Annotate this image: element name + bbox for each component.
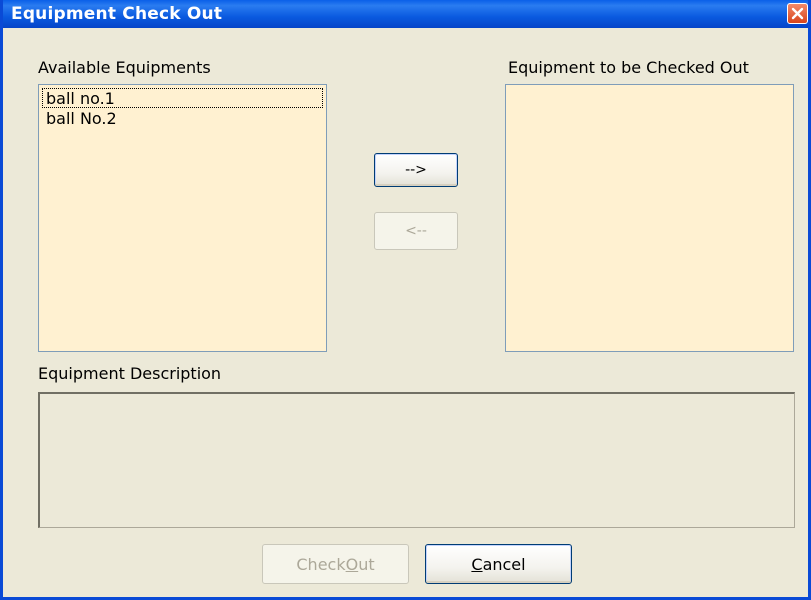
- close-icon: [791, 7, 804, 20]
- window-title: Equipment Check Out: [11, 4, 223, 24]
- cancel-button[interactable]: Cancel: [425, 544, 572, 584]
- cancel-accelerator: C: [471, 554, 483, 574]
- checkout-list-label: Equipment to be Checked Out: [508, 58, 749, 77]
- checkout-accelerator: O: [345, 554, 359, 574]
- equipment-description-field[interactable]: [38, 392, 795, 528]
- equipment-checkout-window: Equipment Check Out Available Equipments…: [0, 0, 811, 600]
- checkout-label-prefix: Check: [296, 554, 346, 574]
- checkout-button[interactable]: Check Out: [262, 544, 409, 584]
- available-equipments-label: Available Equipments: [38, 58, 211, 77]
- add-to-checkout-button[interactable]: -->: [374, 153, 458, 187]
- title-bar[interactable]: Equipment Check Out: [3, 0, 808, 28]
- list-item[interactable]: ball no.1: [42, 88, 323, 108]
- equipment-description-label: Equipment Description: [38, 364, 222, 383]
- remove-from-checkout-button[interactable]: <--: [374, 212, 458, 250]
- close-button[interactable]: [787, 3, 808, 24]
- checkout-list[interactable]: [505, 84, 794, 352]
- available-equipments-list[interactable]: ball no.1 ball No.2: [38, 84, 327, 352]
- cancel-label-suffix: ancel: [482, 554, 526, 574]
- list-item[interactable]: ball No.2: [42, 108, 323, 128]
- checkout-label-suffix: ut: [358, 554, 375, 574]
